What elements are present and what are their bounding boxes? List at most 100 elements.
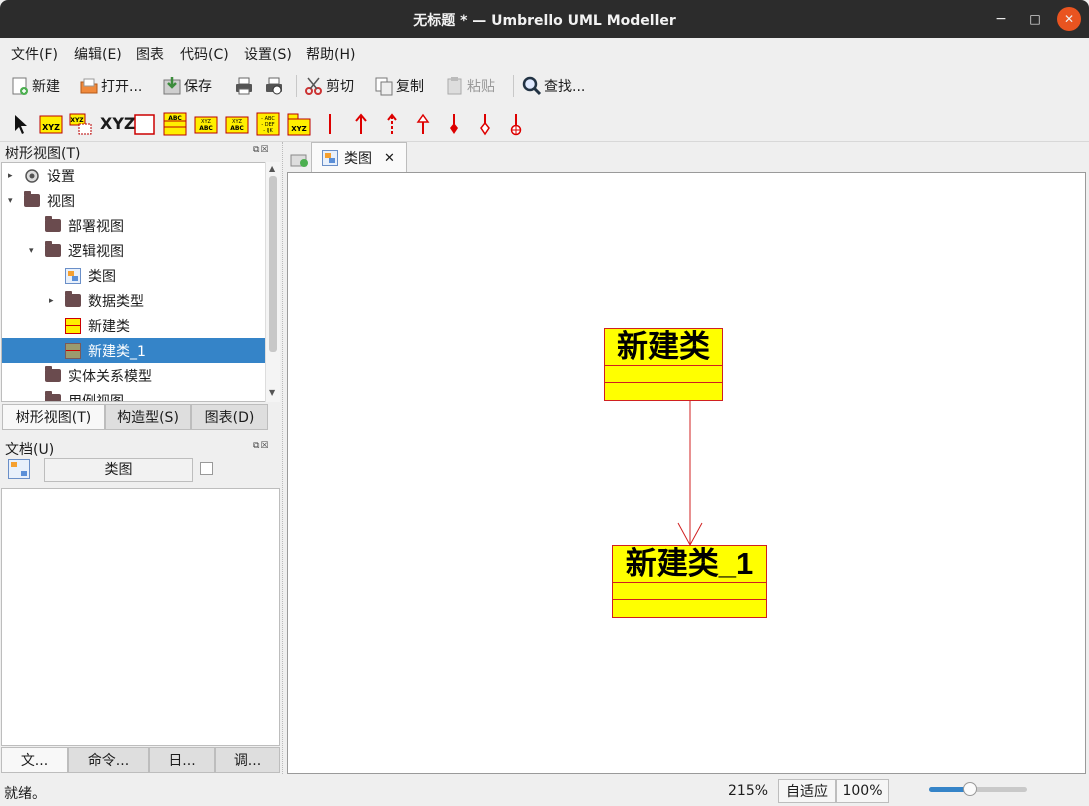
print-preview-button[interactable] [264, 74, 284, 98]
tree-item-new-class-1-selected[interactable]: 新建类_1 [2, 338, 266, 363]
tab-diagrams[interactable]: 图表(D) [191, 404, 268, 430]
panel-splitter[interactable] [282, 142, 285, 774]
aggregation-tool-icon[interactable] [473, 112, 497, 136]
print-button[interactable] [234, 74, 254, 98]
containment-tool-icon[interactable] [504, 112, 528, 136]
open-folder-icon [79, 76, 99, 96]
maximize-button[interactable]: □ [1023, 7, 1047, 31]
copy-label: 复制 [396, 79, 424, 95]
close-tab-icon[interactable]: ✕ [384, 151, 395, 166]
diagram-canvas[interactable]: 新建类 新建类_1 [287, 172, 1086, 774]
menu-file[interactable]: 文件(F) [11, 44, 58, 64]
association-tool-icon[interactable] [318, 112, 342, 136]
dependency-tool-icon[interactable] [380, 112, 404, 136]
new-diagram-tab-icon[interactable] [288, 148, 310, 170]
dock-float-close-icon[interactable]: ⧉☒ [253, 145, 270, 155]
composition-tool-icon[interactable] [442, 112, 466, 136]
tab-stereotypes[interactable]: 构造型(S) [105, 404, 191, 430]
class-abc-tool-icon[interactable]: ABC [163, 112, 187, 136]
tree-item-new-class[interactable]: 新建类 [2, 313, 266, 338]
enum-tool-icon[interactable]: XYZ ABC [225, 112, 249, 136]
window-title: 无标题 * — Umbrello UML Modeller [413, 13, 676, 29]
datatype-list-tool-icon[interactable]: - ABC - DEF - IJK [256, 112, 280, 136]
new-document-icon [10, 76, 30, 96]
tab-debug[interactable]: 调... [215, 747, 280, 773]
copy-button[interactable]: 复制 [374, 74, 424, 98]
doc-checkbox[interactable] [200, 462, 213, 475]
directed-association-tool-icon[interactable] [349, 112, 373, 136]
zoom-slider-handle[interactable] [963, 782, 978, 796]
box-tool-icon[interactable] [133, 112, 157, 136]
paste-label: 粘贴 [467, 79, 495, 95]
tab-tree-view[interactable]: 树形视图(T) [2, 404, 105, 430]
menubar: 文件(F) 编辑(E) 图表 代码(C) 设置(S) 帮助(H) [0, 38, 1089, 68]
tree-item-settings[interactable]: ▸ 设置 [2, 163, 266, 188]
save-button[interactable]: 保存 [162, 74, 212, 98]
association-line[interactable] [288, 173, 1085, 773]
expand-arrow-icon[interactable]: ▸ [8, 171, 13, 181]
interface-tool-icon[interactable]: XYZ ABC [194, 112, 218, 136]
scroll-down-icon[interactable]: ▼ [269, 388, 275, 397]
main-toolbar: 新建 打开... 保存 剪切 复制 粘贴 查找... [0, 68, 1089, 104]
tree-scrollbar[interactable]: ▲ ▼ [265, 162, 280, 402]
class-icon [65, 317, 81, 334]
tree-item-entity-relationship[interactable]: 实体关系模型 [2, 363, 266, 388]
tab-command-history[interactable]: 命令... [68, 747, 149, 773]
class-tool-icon[interactable]: XYZ [39, 112, 63, 136]
package-tool-icon[interactable]: XYZ [287, 112, 311, 136]
uml-class-new-class-1[interactable]: 新建类_1 [612, 545, 767, 618]
window-titlebar[interactable]: 无标题 * — Umbrello UML Modeller − □ ✕ [0, 0, 1089, 38]
uml-class-name: 新建类 [605, 329, 722, 366]
select-arrow-icon[interactable] [9, 112, 33, 136]
zoom-100-button[interactable]: 100% [836, 779, 889, 803]
scroll-up-icon[interactable]: ▲ [269, 164, 275, 173]
minimize-button[interactable]: − [989, 7, 1013, 31]
paste-button[interactable]: 粘贴 [445, 74, 495, 98]
new-button[interactable]: 新建 [10, 74, 60, 98]
close-button[interactable]: ✕ [1057, 7, 1081, 31]
menu-diagram[interactable]: 图表 [136, 44, 164, 64]
tree-item-class-diagram[interactable]: 类图 [2, 263, 266, 288]
dock-float-close-icon[interactable]: ⧉☒ [253, 441, 270, 451]
paste-icon [445, 76, 465, 96]
folder-icon [65, 291, 81, 307]
svg-text:XYZ: XYZ [291, 125, 307, 133]
collapse-arrow-icon[interactable]: ▾ [8, 196, 13, 206]
template-tool-icon[interactable]: XYZ [69, 112, 93, 136]
uml-class-new-class[interactable]: 新建类 [604, 328, 723, 401]
menu-edit[interactable]: 编辑(E) [74, 44, 122, 64]
cut-button[interactable]: 剪切 [304, 74, 354, 98]
zoom-fit-button[interactable]: 自适应 [778, 779, 836, 803]
menu-help[interactable]: 帮助(H) [306, 44, 355, 64]
tree-item-usecase-view[interactable]: 用例视图 [2, 388, 266, 401]
menu-settings[interactable]: 设置(S) [244, 44, 292, 64]
tab-log[interactable]: 日... [149, 747, 215, 773]
uml-attributes-section [605, 366, 722, 383]
collapse-arrow-icon[interactable]: ▾ [29, 246, 34, 256]
tree-item-label: 设置 [47, 168, 75, 185]
text-tool-icon[interactable]: XYZ [100, 112, 136, 136]
find-button[interactable]: 查找... [522, 74, 585, 98]
expand-arrow-icon[interactable]: ▸ [49, 296, 54, 306]
zoom-slider[interactable] [929, 782, 1027, 796]
diagram-toolbar: XYZ XYZ XYZ ABC XYZ ABC XYZ ABC - ABC - DEF… [0, 104, 1089, 142]
svg-text:ABC: ABC [230, 125, 244, 132]
tree-item-datatypes[interactable]: ▸ 数据类型 [2, 288, 266, 313]
uml-class-name: 新建类_1 [613, 546, 766, 583]
generalization-tool-icon[interactable] [411, 112, 435, 136]
scroll-thumb[interactable] [269, 176, 277, 352]
tree-item-logical-view[interactable]: ▾ 逻辑视图 [2, 238, 266, 263]
open-label: 打开... [101, 79, 143, 95]
tree-item-label: 部署视图 [68, 218, 124, 235]
documentation-textarea[interactable] [1, 488, 280, 746]
tree-item-deployment-view[interactable]: 部署视图 [2, 213, 266, 238]
doc-item-button[interactable]: 类图 [44, 458, 193, 482]
folder-icon [45, 391, 61, 401]
tree-item-views[interactable]: ▾ 视图 [2, 188, 266, 213]
open-button[interactable]: 打开... [79, 74, 142, 98]
tree-panel-tabs: 树形视图(T) 构造型(S) 图表(D) [2, 404, 268, 430]
tab-documentation[interactable]: 文... [1, 747, 68, 773]
tree-view[interactable]: ▸ 设置 ▾ 视图 部署视图 ▾ 逻辑视图 类图 ▸ 数据类型 新建类 新建类_… [1, 162, 280, 402]
menu-code[interactable]: 代码(C) [180, 44, 229, 64]
tab-class-diagram[interactable]: 类图 ✕ [311, 142, 407, 173]
